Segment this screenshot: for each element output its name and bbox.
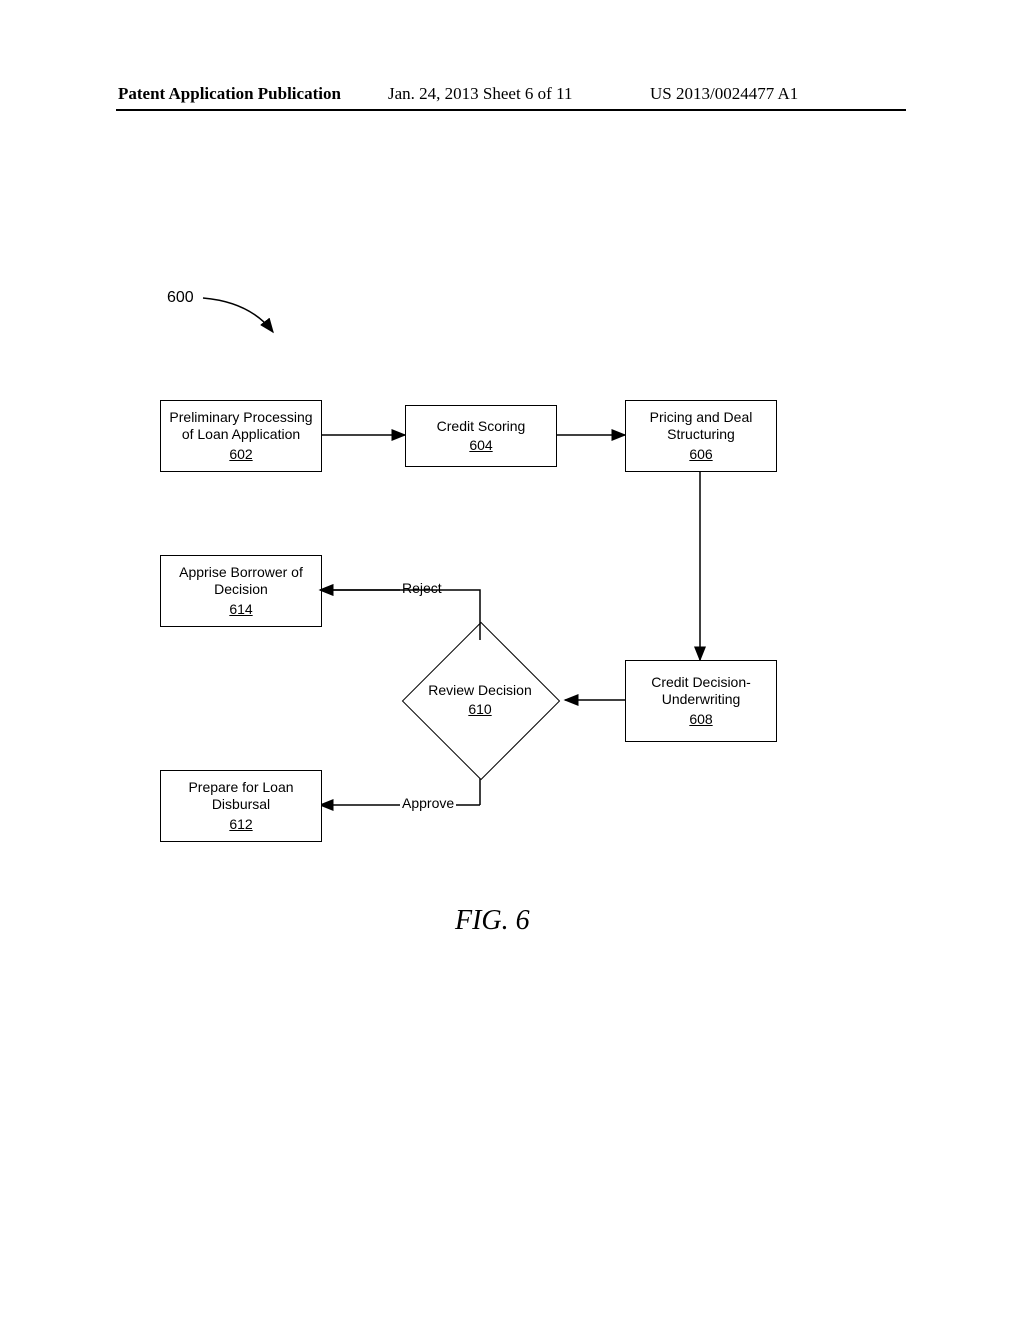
arrows-layer-2: [0, 0, 1024, 1320]
flowchart-diagram: 600: [0, 0, 1024, 1320]
page: { "header": { "left": "Patent Applicatio…: [0, 0, 1024, 1320]
